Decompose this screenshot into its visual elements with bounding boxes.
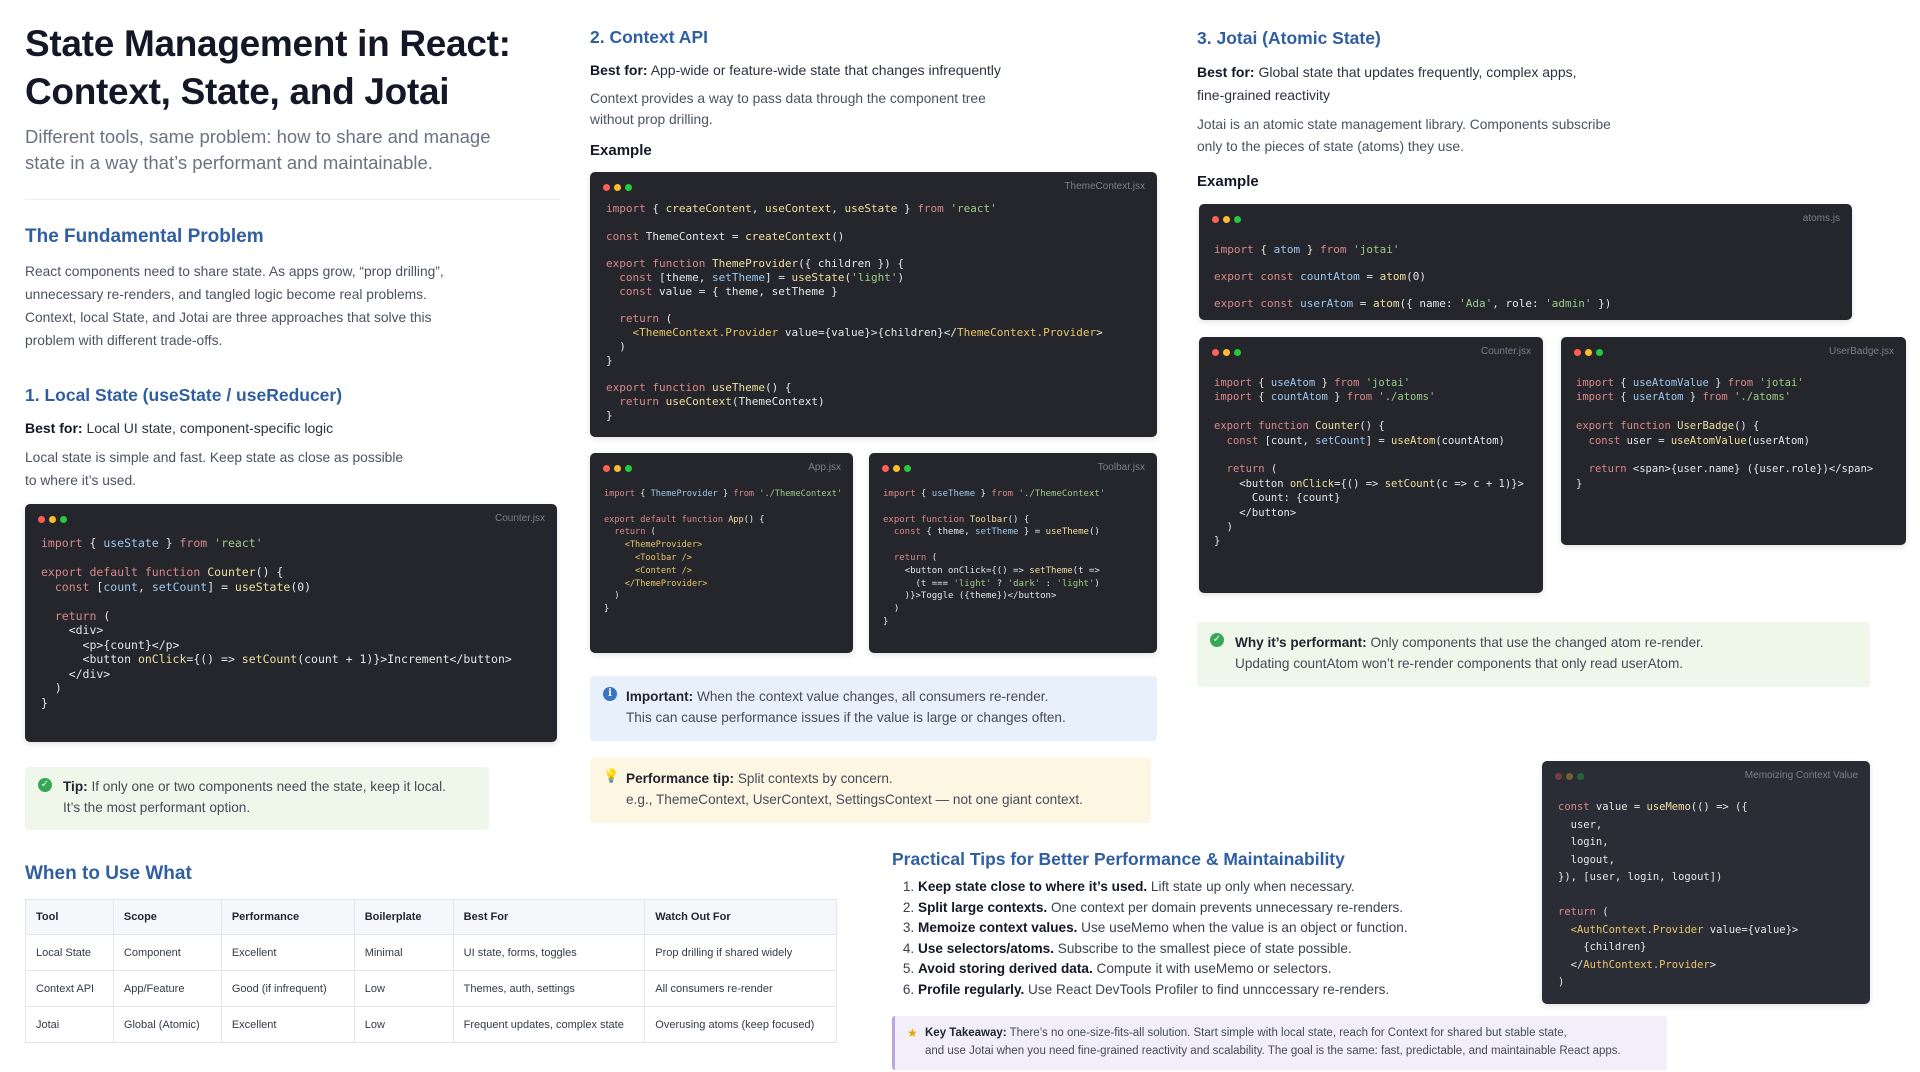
tips-heading: Practical Tips for Better Performance & … [892, 849, 1345, 869]
code-content: const value = useMemo(() => ({ user, log… [1558, 801, 1799, 988]
list-item: Use selectors/atoms. Subscribe to the sm… [918, 939, 1408, 960]
comparison-table: Tool Scope Performance Boilerplate Best … [25, 899, 837, 1043]
window-dots [38, 516, 67, 523]
why-performant-callout: ✓ Why it’s performant: Only components t… [1197, 622, 1870, 687]
code-block-memoizing: Memoizing Context Value const value = us… [1542, 761, 1870, 1004]
table-header-row: Tool Scope Performance Boilerplate Best … [25, 899, 837, 935]
performance-tip-callout: 💡 Performance tip: Split contexts by con… [590, 758, 1151, 823]
code-content: import { useTheme } from './ThemeContext… [883, 489, 1106, 627]
code-content: import { atom } from 'jotai' export cons… [1214, 243, 1612, 310]
star-icon: ★ [907, 1026, 918, 1040]
code-content: import { useAtomValue } from 'jotai' imp… [1576, 377, 1874, 490]
code-filename: Counter.jsx [494, 513, 545, 524]
context-heading: 2. Context API [590, 27, 708, 47]
tip-callout: ✓ Tip: If only one or two components nee… [25, 767, 489, 830]
code-content: import { useAtom } from 'jotai' import {… [1214, 377, 1524, 548]
list-item: Profile regularly. Use React DevTools Pr… [918, 980, 1408, 1001]
page-subtitle: Different tools, same problem: how to sh… [25, 126, 491, 173]
table-row: Local State Component Excellent Minimal UI s… [25, 934, 837, 971]
context-description: Context provides a way to pass data thro… [590, 91, 986, 127]
table-row: Jotai Global (Atomic) Excellent Low Frequent… [25, 1006, 837, 1043]
divider [25, 199, 560, 200]
code-block-user-badge: UserBadge.jsx import { useAtomValue } fr… [1561, 337, 1906, 545]
code-content: import { createContent, useContext, useS… [606, 202, 1103, 422]
list-item: Avoid storing derived data. Compute it w… [918, 959, 1408, 980]
code-block-app: App.jsx import { ThemeProvider } from '.… [590, 453, 853, 653]
code-block-theme-context: ThemeContext.jsx import { createContent,… [590, 172, 1157, 437]
jotai-best-for: Best for: Global state that updates freq… [1197, 64, 1577, 103]
code-content: import { ThemeProvider } from './ThemeCo… [604, 489, 843, 615]
list-item: Keep state close to where it’s used. Lif… [918, 877, 1408, 898]
lightbulb-icon: 💡 [603, 768, 620, 783]
code-block-atoms: atoms.js import { atom } from 'jotai' ex… [1199, 204, 1852, 320]
code-block-jotai-counter: Counter.jsx import { useAtom } from 'jot… [1199, 337, 1543, 593]
table-row: Context API App/Feature Good (if infrequen… [25, 970, 837, 1007]
code-block-toolbar: Toolbar.jsx import { useTheme } from './… [869, 453, 1157, 653]
local-heading: 1. Local State (useState / useReducer) [25, 385, 343, 405]
jotai-example-label: Example [1197, 173, 1259, 190]
fundamental-heading: The Fundamental Problem [25, 226, 264, 247]
context-best-for: Best for: App-wide or feature-wide state… [590, 62, 1001, 78]
list-item: Split large contexts. One context per do… [918, 898, 1408, 919]
info-circle-icon: i [603, 687, 617, 701]
jotai-description: Jotai is an atomic state management libr… [1197, 117, 1611, 154]
takeaway-callout: ★ Key Takeaway: There’s no one-size-fits… [892, 1016, 1667, 1070]
when-heading: When to Use What [25, 863, 192, 884]
check-circle-icon: ✓ [38, 778, 52, 792]
fundamental-text: React components need to share state. As… [25, 264, 444, 348]
code-block-counter: Counter.jsx import { useState } from 're… [25, 504, 557, 742]
jotai-heading: 3. Jotai (Atomic State) [1197, 28, 1381, 48]
check-circle-icon: ✓ [1210, 633, 1224, 647]
context-example-label: Example [590, 142, 652, 159]
local-description: Local state is simple and fast. Keep sta… [25, 450, 404, 488]
local-best-for: Best for: Local UI state, component-spec… [25, 420, 334, 436]
important-callout: i Important: When the context value chan… [590, 676, 1157, 741]
tips-list: Keep state close to where it’s used. Lif… [898, 877, 1408, 1000]
page-title: State Management in React: Context, Stat… [25, 23, 511, 112]
code-content: import { useState } from 'react' export … [41, 536, 512, 710]
list-item: Memoize context values. Use useMemo when… [918, 918, 1408, 939]
